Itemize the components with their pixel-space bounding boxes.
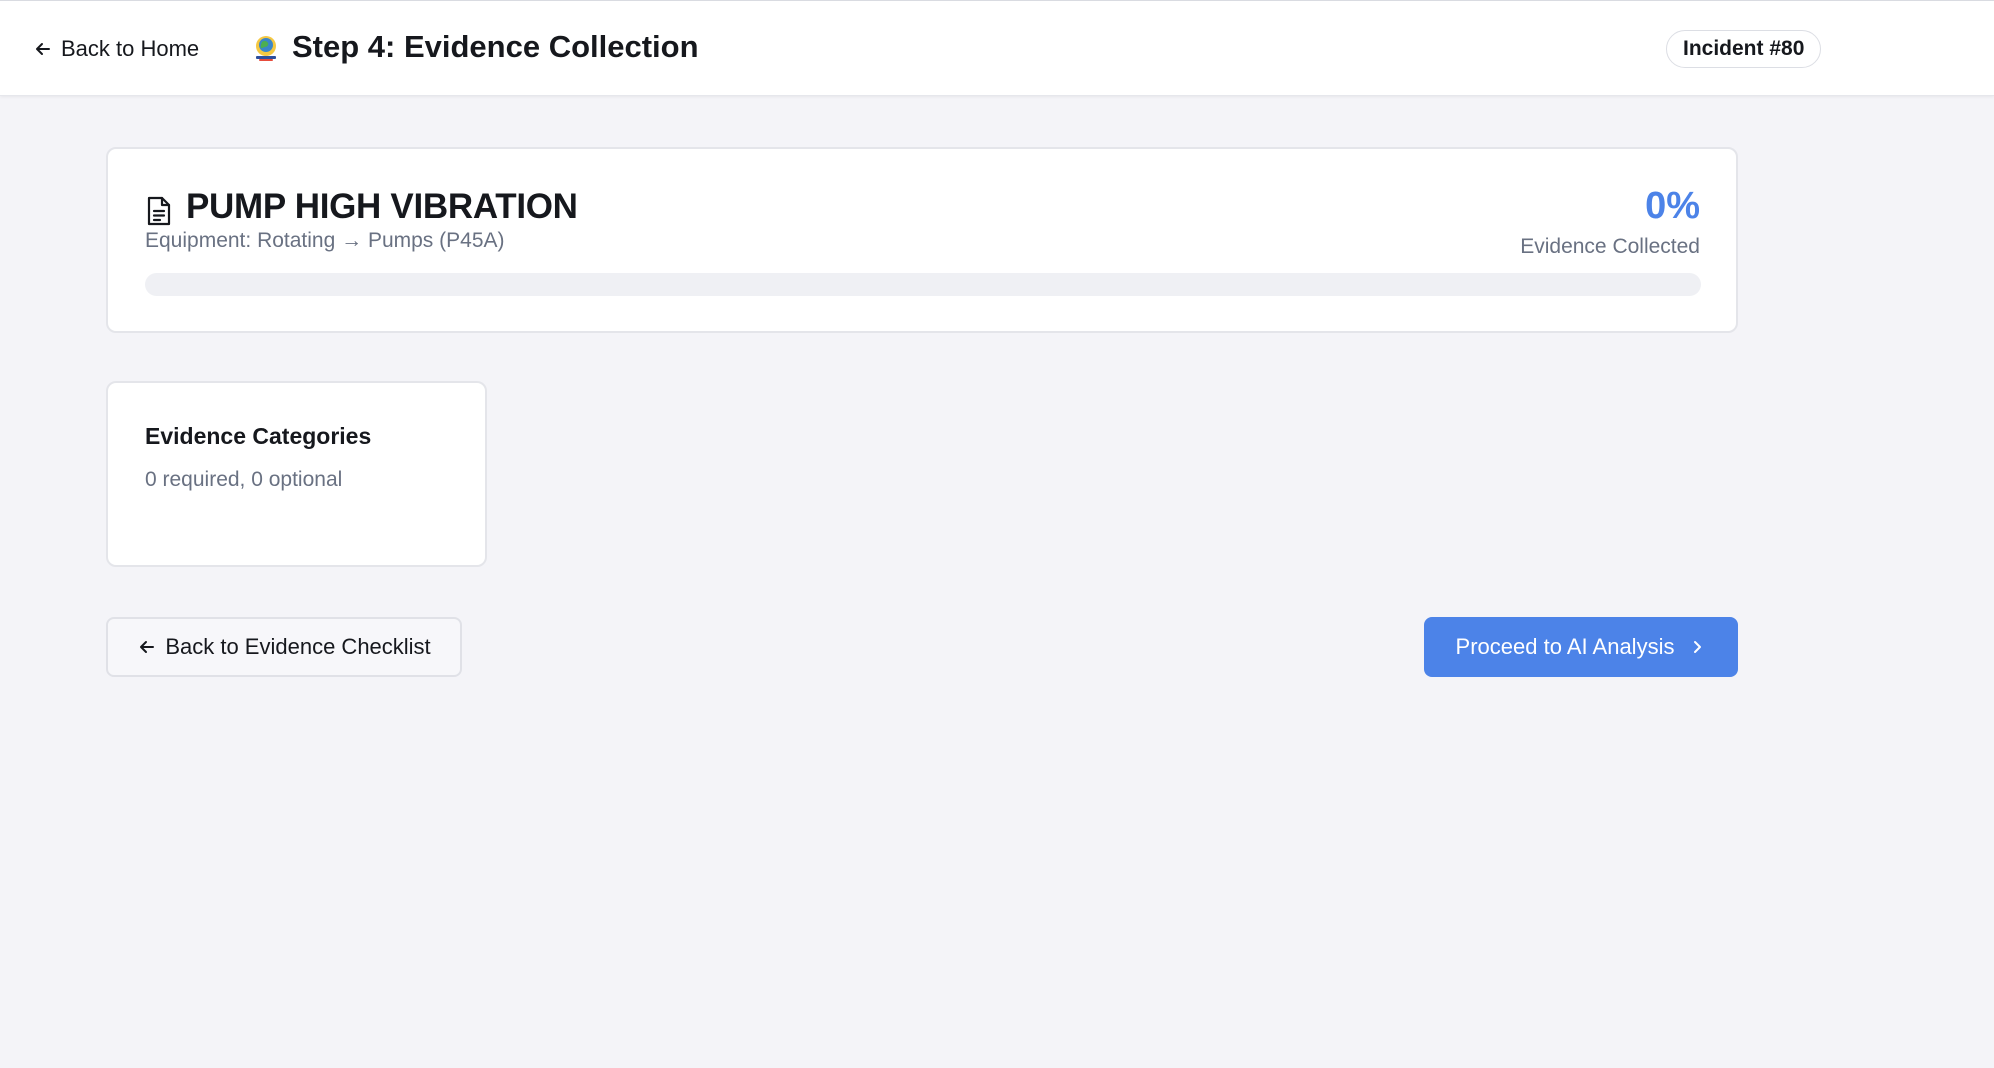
evidence-categories-title: Evidence Categories xyxy=(145,423,372,449)
incident-badge: Incident #80 xyxy=(1666,30,1822,68)
globe-logo-icon xyxy=(256,36,276,61)
incident-summary-card: PUMP HIGH VIBRATION Equipment: Rotating … xyxy=(106,147,1738,333)
evidence-percent-label: Evidence Collected xyxy=(1520,235,1700,258)
back-to-checklist-button[interactable]: Back to Evidence Checklist xyxy=(106,617,462,677)
proceed-label: Proceed to AI Analysis xyxy=(1455,634,1675,659)
arrow-left-icon xyxy=(140,641,155,653)
evidence-categories-card: Evidence Categories 0 required, 0 option… xyxy=(106,381,487,567)
evidence-percent: 0% xyxy=(1645,185,1700,227)
back-to-home-label: Back to Home xyxy=(61,36,200,61)
equipment-path: Equipment: Rotating → Pumps (P45A) xyxy=(145,229,505,252)
document-icon xyxy=(147,196,171,226)
incident-title: PUMP HIGH VIBRATION xyxy=(186,187,578,226)
page-title: Step 4: Evidence Collection xyxy=(292,29,699,64)
back-to-home-link[interactable]: Back to Home xyxy=(33,31,199,67)
evidence-progress-bar xyxy=(145,273,1701,296)
chevron-right-icon xyxy=(1694,641,1702,653)
back-to-checklist-label: Back to Evidence Checklist xyxy=(165,634,431,659)
evidence-categories-count: 0 required, 0 optional xyxy=(145,468,343,491)
top-bar: Back to Home Step 4: Evidence Collection… xyxy=(0,0,1994,96)
proceed-to-ai-analysis-button[interactable]: Proceed to AI Analysis xyxy=(1424,617,1738,677)
arrow-left-icon xyxy=(36,43,50,55)
